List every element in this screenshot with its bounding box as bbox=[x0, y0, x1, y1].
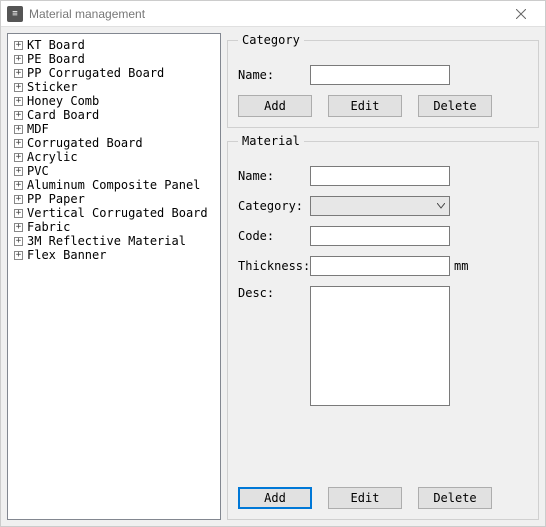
expand-icon[interactable]: + bbox=[14, 209, 23, 218]
app-icon: ≡ bbox=[7, 6, 23, 22]
category-delete-button[interactable]: Delete bbox=[418, 95, 492, 117]
tree-item[interactable]: + MDF bbox=[10, 122, 218, 136]
expand-icon[interactable]: + bbox=[14, 69, 23, 78]
expand-icon[interactable]: + bbox=[14, 181, 23, 190]
tree-item-label: PP Corrugated Board bbox=[27, 66, 164, 80]
material-code-input[interactable] bbox=[310, 226, 450, 246]
material-thickness-input[interactable] bbox=[310, 256, 450, 276]
material-group: Material Name: Category: Code: bbox=[227, 134, 539, 520]
tree-item[interactable]: + Card Board bbox=[10, 108, 218, 122]
tree-item[interactable]: + PE Board bbox=[10, 52, 218, 66]
tree-item[interactable]: + Aluminum Composite Panel bbox=[10, 178, 218, 192]
tree-item-label: Corrugated Board bbox=[27, 136, 143, 150]
tree-item[interactable]: + Fabric bbox=[10, 220, 218, 234]
tree-item-label: Fabric bbox=[27, 220, 70, 234]
category-tree[interactable]: + KT Board + PE Board + PP Corrugated Board + S… bbox=[7, 33, 221, 520]
expand-icon[interactable]: + bbox=[14, 55, 23, 64]
expand-icon[interactable]: + bbox=[14, 237, 23, 246]
window-title: Material management bbox=[29, 7, 501, 21]
category-legend: Category bbox=[238, 33, 304, 47]
tree-item-label: 3M Reflective Material bbox=[27, 234, 186, 248]
right-panel: Category Name: Add Edit Delete Material … bbox=[227, 33, 539, 520]
tree-item-label: Card Board bbox=[27, 108, 99, 122]
expand-icon[interactable]: + bbox=[14, 41, 23, 50]
tree-item-label: Flex Banner bbox=[27, 248, 106, 262]
expand-icon[interactable]: + bbox=[14, 223, 23, 232]
thickness-unit: mm bbox=[454, 259, 468, 273]
category-add-button[interactable]: Add bbox=[238, 95, 312, 117]
close-button[interactable] bbox=[501, 1, 541, 27]
tree-item[interactable]: + Corrugated Board bbox=[10, 136, 218, 150]
tree-item[interactable]: + KT Board bbox=[10, 38, 218, 52]
expand-icon[interactable]: + bbox=[14, 167, 23, 176]
tree-item-label: PP Paper bbox=[27, 192, 85, 206]
window: ≡ Material management + KT Board + PE Board… bbox=[0, 0, 546, 527]
expand-icon[interactable]: + bbox=[14, 125, 23, 134]
tree-item-label: PVC bbox=[27, 164, 49, 178]
tree-item-label: KT Board bbox=[27, 38, 85, 52]
material-thickness-label: Thickness: bbox=[238, 259, 310, 273]
tree-item-label: PE Board bbox=[27, 52, 85, 66]
material-category-select[interactable] bbox=[310, 196, 450, 216]
category-edit-button[interactable]: Edit bbox=[328, 95, 402, 117]
category-group: Category Name: Add Edit Delete bbox=[227, 33, 539, 128]
tree-item[interactable]: + PVC bbox=[10, 164, 218, 178]
expand-icon[interactable]: + bbox=[14, 251, 23, 260]
expand-icon[interactable]: + bbox=[14, 111, 23, 120]
tree-item[interactable]: + Acrylic bbox=[10, 150, 218, 164]
expand-icon[interactable]: + bbox=[14, 153, 23, 162]
material-legend: Material bbox=[238, 134, 304, 148]
category-name-input[interactable] bbox=[310, 65, 450, 85]
expand-icon[interactable]: + bbox=[14, 139, 23, 148]
material-code-label: Code: bbox=[238, 229, 310, 243]
material-name-input[interactable] bbox=[310, 166, 450, 186]
tree-item[interactable]: + Honey Comb bbox=[10, 94, 218, 108]
tree-item[interactable]: + Vertical Corrugated Board bbox=[10, 206, 218, 220]
material-add-button[interactable]: Add bbox=[238, 487, 312, 509]
tree-item[interactable]: + PP Paper bbox=[10, 192, 218, 206]
material-delete-button[interactable]: Delete bbox=[418, 487, 492, 509]
expand-icon[interactable]: + bbox=[14, 97, 23, 106]
material-edit-button[interactable]: Edit bbox=[328, 487, 402, 509]
material-name-label: Name: bbox=[238, 169, 310, 183]
tree-item-label: Aluminum Composite Panel bbox=[27, 178, 200, 192]
material-desc-textarea[interactable] bbox=[310, 286, 450, 406]
tree-item[interactable]: + Sticker bbox=[10, 80, 218, 94]
tree-item[interactable]: + PP Corrugated Board bbox=[10, 66, 218, 80]
tree-item-label: Sticker bbox=[27, 80, 78, 94]
close-icon bbox=[516, 9, 526, 19]
expand-icon[interactable]: + bbox=[14, 83, 23, 92]
category-name-label: Name: bbox=[238, 68, 310, 82]
tree-item[interactable]: +3M Reflective Material bbox=[10, 234, 218, 248]
chevron-down-icon bbox=[437, 203, 445, 209]
tree-item-label: Vertical Corrugated Board bbox=[27, 206, 208, 220]
material-category-label: Category: bbox=[238, 199, 310, 213]
material-desc-label: Desc: bbox=[238, 286, 310, 300]
titlebar: ≡ Material management bbox=[1, 1, 545, 27]
tree-item[interactable]: + Flex Banner bbox=[10, 248, 218, 262]
expand-icon[interactable]: + bbox=[14, 195, 23, 204]
window-body: + KT Board + PE Board + PP Corrugated Board + S… bbox=[1, 27, 545, 526]
tree-item-label: MDF bbox=[27, 122, 49, 136]
tree-item-label: Honey Comb bbox=[27, 94, 99, 108]
tree-item-label: Acrylic bbox=[27, 150, 78, 164]
